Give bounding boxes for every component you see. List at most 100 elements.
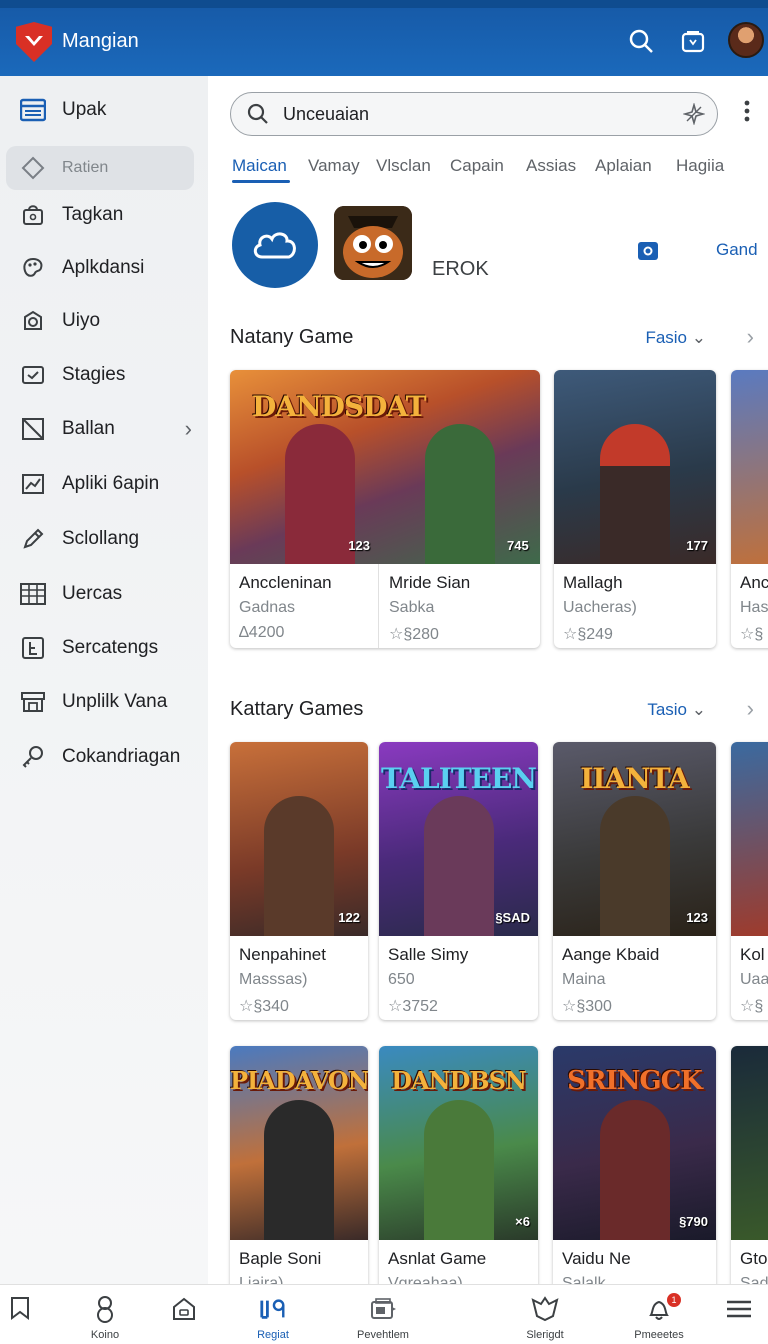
nav-regiat[interactable]: Regiat [233, 1285, 313, 1344]
cloud-icon [253, 232, 296, 259]
game-card[interactable]: Kol Uaa ☆§ [731, 742, 768, 1020]
game-title: Salle Simy [388, 945, 469, 964]
filter-label: Fasio [645, 328, 688, 347]
game-rating: ☆3752 [388, 998, 438, 1015]
sidebar-item-uercas[interactable]: Uercas [0, 572, 208, 616]
nav-pevehtlem[interactable]: Pevehtlem [343, 1285, 423, 1344]
sidebar-item-label: Unplilk Vana [62, 691, 168, 712]
tab-hagiia[interactable]: Hagiia [676, 156, 724, 176]
games-icon [259, 1295, 287, 1323]
section-filter-dropdown[interactable]: Tasio ⌄ [647, 700, 706, 720]
game-art: PIADAVON [230, 1046, 368, 1240]
library-icon [369, 1295, 397, 1323]
cartoon-face-icon [334, 206, 412, 280]
nav-slerigdt[interactable]: Slerigdt [505, 1285, 585, 1344]
card-divider [378, 564, 379, 648]
game-rating: ☆§ [740, 626, 764, 643]
sidebar-item-label: Sclollang [62, 528, 140, 549]
tab-capain[interactable]: Capain [450, 156, 504, 176]
sidebar-item-tagkan[interactable]: Tagkan [0, 193, 208, 237]
chevron-down-icon: ⌄ [691, 328, 706, 347]
bag-icon[interactable] [680, 28, 708, 56]
game-card[interactable]: PIADAVON Baple Soni Ljaira) [230, 1046, 368, 1284]
section-filter-dropdown[interactable]: Fasio ⌄ [645, 328, 706, 348]
search-input[interactable]: Unceuaian [283, 104, 369, 125]
sidebar-item-sclollang[interactable]: Sclollang [0, 517, 208, 561]
game-art-title: SRINGCK [567, 1066, 703, 1096]
game-art [731, 1046, 768, 1240]
chevron-right-icon[interactable]: › [185, 416, 192, 442]
sidebar-item-ballan[interactable]: Ballan › [0, 407, 208, 451]
game-art: DANDBSN ×6 [379, 1046, 538, 1240]
sidebar-item-ratien[interactable]: Ratien [6, 146, 194, 190]
search-bar[interactable]: Unceuaian [230, 92, 718, 136]
pencil-icon [20, 526, 46, 552]
tab-maican[interactable]: Maican [232, 156, 287, 176]
app-logo[interactable] [16, 22, 52, 62]
sidebar-item-aplkdansi[interactable]: Aplkdansi [0, 246, 208, 290]
nav-menu[interactable] [710, 1285, 768, 1344]
search-icon[interactable] [628, 28, 656, 56]
sidebar-item-upak[interactable]: Upak [0, 88, 208, 132]
game-title: Anc [740, 573, 768, 592]
sidebar-item-label: Ratien [62, 159, 109, 176]
nav-pmeeetes[interactable]: 1 Pmeeetes [619, 1285, 699, 1344]
game-rating: ☆§280 [389, 626, 439, 643]
sidebar-item-unplilk-vana[interactable]: Unplilk Vana [0, 680, 208, 724]
game-card[interactable]: 177 Mallagh Uacheras) ☆§249 [554, 370, 716, 648]
sidebar-item-label: Ballan [62, 418, 115, 439]
game-badge: 745 [507, 538, 529, 553]
sidebar-item-stagies[interactable]: Stagies [0, 353, 208, 397]
sidebar-item-label: Aplkdansi [62, 257, 145, 278]
tab-aplaian[interactable]: Aplaian [595, 156, 652, 176]
shield-icon [531, 1295, 559, 1323]
tab-vlsclan[interactable]: Vlsclan [376, 156, 431, 176]
feature-link[interactable]: Gand [716, 240, 758, 260]
character-figure [423, 1100, 494, 1240]
chevron-right-icon[interactable]: › [747, 324, 754, 350]
tab-vamay[interactable]: Vamay [308, 156, 360, 176]
feature-cloud-button[interactable] [232, 202, 318, 288]
avatar[interactable] [728, 22, 764, 58]
sidebar-item-apliki-6apin[interactable]: Apliki 6apin [0, 462, 208, 506]
game-card[interactable]: DANDBSN ×6 Asnlat Game Vgreahaa) [379, 1046, 538, 1284]
game-card[interactable]: 122 Nenpahinet Masssas) ☆§340 [230, 742, 368, 1020]
menu-icon [725, 1295, 753, 1323]
checkbox-icon [20, 362, 46, 388]
nav-bookmark[interactable] [0, 1285, 60, 1344]
game-card[interactable]: SRINGCK §790 Vaidu Ne Salalk [553, 1046, 716, 1284]
game-title: Mride Sian [389, 573, 471, 592]
game-card[interactable]: IIANTA 123 Aange Kbaid Maina ☆§300 [553, 742, 716, 1020]
feature-label: EROK [432, 258, 489, 280]
game-card[interactable]: Anc Has ☆§ [731, 370, 768, 648]
game-title: Asnlat Game [388, 1249, 487, 1268]
more-vert-icon[interactable] [744, 100, 750, 127]
game-card-double[interactable]: DANDSDAT 123 745 Anccleninan Gadnas ∆420… [230, 370, 540, 648]
chart-icon [20, 471, 46, 497]
target-icon [20, 308, 46, 334]
feature-game-thumbnail[interactable] [334, 206, 412, 280]
nav-koino[interactable]: Koino [65, 1285, 145, 1344]
game-publisher: Ljaira) [239, 1275, 284, 1284]
sidebar-item-cokandriagan[interactable]: Cokandriagan [0, 735, 208, 779]
game-badge: ×6 [515, 1214, 530, 1229]
sidebar-item-sercatengs[interactable]: Sercatengs [0, 626, 208, 670]
game-card[interactable]: Gto Sad [731, 1046, 768, 1284]
game-rating: ☆§340 [239, 998, 289, 1015]
character-figure [423, 796, 494, 936]
tab-assias[interactable]: Assias [526, 156, 576, 176]
top-app-bar: Mangian [0, 0, 768, 76]
sidebar-item-label: Tagkan [62, 204, 124, 225]
sidebar-item-label: Stagies [62, 364, 126, 385]
sidebar-item-uiyo[interactable]: Uiyo [0, 299, 208, 343]
chevron-right-icon[interactable]: › [747, 696, 754, 722]
nav-home[interactable] [144, 1285, 224, 1344]
game-art: TALITEEN §SAD [379, 742, 538, 936]
game-publisher: Maina [562, 971, 606, 988]
sparkle-icon[interactable] [682, 102, 706, 130]
search-icon [247, 103, 269, 130]
game-rating: ∆4200 [239, 624, 285, 641]
camera-icon[interactable] [636, 238, 660, 267]
game-card[interactable]: TALITEEN §SAD Salle Simy 650 ☆3752 [379, 742, 538, 1020]
game-art [731, 742, 768, 936]
